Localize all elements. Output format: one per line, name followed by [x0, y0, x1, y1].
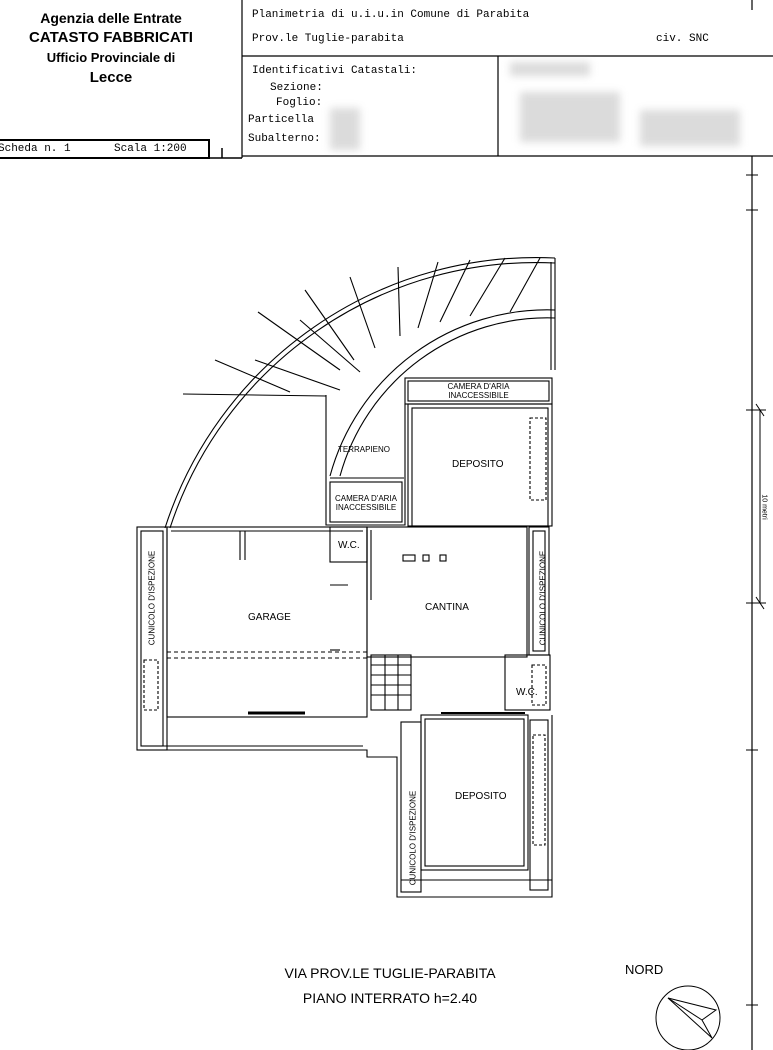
label-wc-2: W.C. [516, 687, 538, 698]
label-camera-mid: CAMERA D'ARIA INACCESSIBILE [330, 494, 402, 512]
label-terrapieno: TERRAPIENO [338, 445, 391, 454]
label-cunicolo-left: CUNICOLO D'ISPEZIONE [147, 550, 157, 646]
label-garage: GARAGE [248, 612, 291, 623]
label-camera-mid-1: CAMERA D'ARIA [335, 494, 397, 503]
label-wc-1: W.C. [338, 540, 360, 551]
label-cunicolo-bottom: CUNICOLO D'ISPEZIONE [408, 790, 418, 886]
label-cunicolo-right: CUNICOLO D'ISPEZIONE [538, 550, 548, 646]
label-deposito-top: DEPOSITO [452, 459, 504, 470]
compass-icon [655, 985, 721, 1050]
label-camera-top: CAMERA D'ARIA INACCESSIBILE [408, 382, 549, 400]
caption-street: VIA PROV.LE TUGLIE-PARABITA [284, 965, 496, 981]
label-deposito-bottom: DEPOSITO [455, 791, 507, 802]
label-cantina: CANTINA [425, 602, 469, 613]
scale-side-label: 10 metri [760, 494, 768, 520]
label-camera-top-2: INACCESSIBILE [448, 391, 509, 400]
label-camera-mid-2: INACCESSIBILE [335, 503, 397, 512]
north-label: NORD [625, 962, 664, 977]
floor-plan [136, 257, 556, 898]
label-camera-top-1: CAMERA D'ARIA [447, 382, 510, 391]
caption-floor: PIANO INTERRATO h=2.40 [302, 990, 478, 1006]
